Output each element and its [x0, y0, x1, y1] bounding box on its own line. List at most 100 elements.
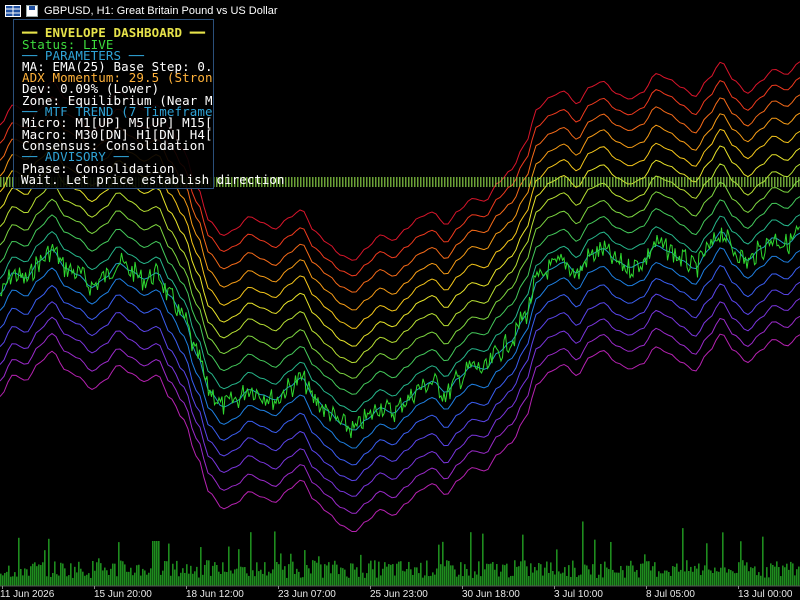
- volume-bar: [144, 570, 146, 586]
- volume-bar: [514, 560, 516, 586]
- volume-bar: [386, 566, 388, 586]
- marker-tick: [576, 177, 578, 187]
- marker-tick: [783, 177, 785, 187]
- volume-bar: [240, 566, 242, 586]
- marker-tick: [330, 177, 332, 187]
- marker-tick: [567, 177, 569, 187]
- volume-bar: [430, 575, 432, 586]
- envelope-dashboard-panel: ━━ ENVELOPE DASHBOARD ━━ Status: LIVE ──…: [13, 19, 214, 189]
- volume-bar: [678, 571, 680, 586]
- volume-bar: [578, 575, 580, 586]
- volume-bar: [442, 541, 444, 586]
- volume-bar: [66, 576, 68, 586]
- marker-tick: [507, 177, 509, 187]
- volume-bar: [600, 563, 602, 586]
- volume-bar: [712, 573, 714, 586]
- marker-tick: [429, 177, 431, 187]
- volume-bar: [110, 568, 112, 586]
- volume-bar: [486, 563, 488, 586]
- volume-bar: [354, 569, 356, 586]
- volume-bar: [132, 575, 134, 586]
- volume-bar: [86, 574, 88, 586]
- chart-grid-icon[interactable]: [5, 5, 21, 17]
- volume-bar: [370, 560, 372, 586]
- volume-bar: [630, 560, 632, 586]
- volume-bar: [776, 561, 778, 586]
- marker-tick: [558, 177, 560, 187]
- volume-bar: [652, 566, 654, 586]
- volume-bar: [156, 541, 158, 586]
- volume-bar: [16, 576, 18, 586]
- volume-bar: [278, 564, 280, 586]
- marker-tick: [570, 177, 572, 187]
- volume-bar: [520, 561, 522, 586]
- volume-bar: [760, 575, 762, 586]
- marker-tick: [537, 177, 539, 187]
- volume-bar: [428, 576, 430, 586]
- save-icon[interactable]: [26, 5, 38, 17]
- volume-bar: [408, 561, 410, 586]
- marker-tick: [621, 177, 623, 187]
- volume-bar: [722, 532, 724, 586]
- volume-bar: [706, 543, 708, 586]
- volume-bar: [188, 573, 190, 586]
- volume-bar: [736, 572, 738, 586]
- marker-tick: [594, 177, 596, 187]
- volume-bar: [462, 576, 464, 586]
- volume-bar: [310, 573, 312, 586]
- volume-bar: [400, 561, 402, 586]
- marker-tick: [393, 177, 395, 187]
- volume-bar: [314, 560, 316, 586]
- marker-tick: [708, 177, 710, 187]
- chart-title-bar: GBPUSD, H1: Great Britain Pound vs US Do…: [0, 0, 278, 22]
- marker-tick: [312, 177, 314, 187]
- volume-bar: [102, 570, 104, 586]
- volume-bar: [320, 564, 322, 586]
- marker-tick: [546, 177, 548, 187]
- volume-bar: [792, 563, 794, 586]
- marker-tick: [657, 177, 659, 187]
- volume-bar: [366, 573, 368, 586]
- marker-tick: [333, 177, 335, 187]
- volume-bar: [780, 576, 782, 586]
- volume-bar: [526, 566, 528, 586]
- marker-tick: [588, 177, 590, 187]
- volume-bar: [446, 560, 448, 586]
- volume-bar: [440, 564, 442, 586]
- volume-bar: [218, 571, 220, 586]
- marker-tick: [510, 177, 512, 187]
- volume-bar: [26, 569, 28, 586]
- marker-tick: [474, 177, 476, 187]
- volume-bar: [268, 571, 270, 586]
- marker-tick: [633, 177, 635, 187]
- chart-area[interactable]: GBPUSD, H1: Great Britain Pound vs US Do…: [0, 0, 800, 600]
- marker-tick: [375, 177, 377, 187]
- volume-bar: [728, 569, 730, 586]
- volume-bar: [536, 570, 538, 586]
- volume-bar: [628, 565, 630, 586]
- marker-tick: [387, 177, 389, 187]
- marker-tick: [744, 177, 746, 187]
- volume-bar: [40, 565, 42, 586]
- marker-tick: [300, 177, 302, 187]
- marker-tick: [690, 177, 692, 187]
- x-axis-label: 25 Jun 23:00: [370, 589, 428, 600]
- volume-bar: [668, 572, 670, 586]
- marker-tick: [420, 177, 422, 187]
- volume-bar: [368, 563, 370, 586]
- volume-bar: [230, 570, 232, 586]
- volume-histogram: [0, 521, 800, 586]
- volume-bar: [796, 569, 798, 586]
- volume-bar: [586, 565, 588, 586]
- volume-bar: [190, 565, 192, 586]
- volume-bar: [196, 566, 198, 586]
- volume-bar: [762, 536, 764, 586]
- volume-bar: [142, 568, 144, 586]
- volume-bar: [128, 571, 130, 586]
- volume-bar: [44, 550, 46, 586]
- volume-bar: [350, 563, 352, 586]
- marker-tick: [615, 177, 617, 187]
- marker-tick: [441, 177, 443, 187]
- x-axis-label: 3 Jul 10:00: [554, 589, 603, 600]
- volume-bar: [542, 575, 544, 586]
